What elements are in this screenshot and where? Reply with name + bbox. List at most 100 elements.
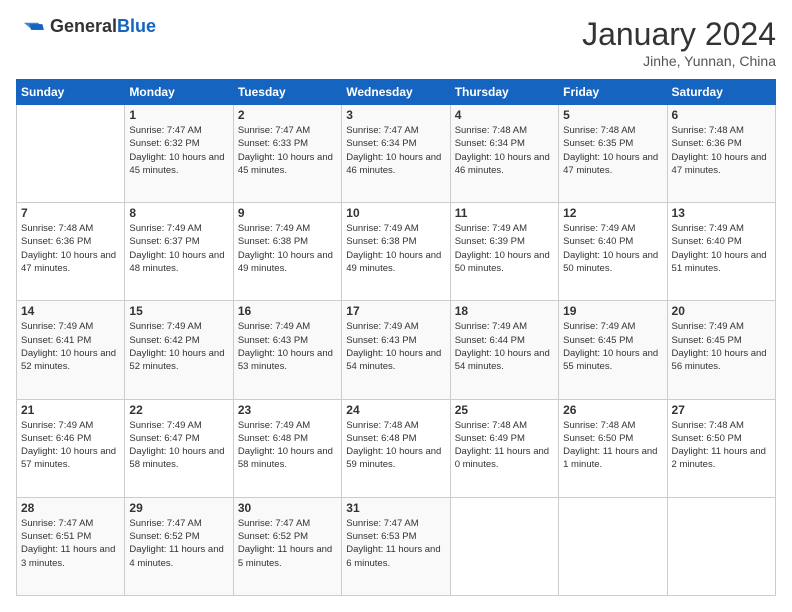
day-number: 6 [672, 108, 771, 122]
day-info: Sunrise: 7:48 AMSunset: 6:48 PMDaylight:… [346, 419, 445, 472]
day-number: 5 [563, 108, 662, 122]
day-info: Sunrise: 7:49 AMSunset: 6:44 PMDaylight:… [455, 320, 554, 373]
day-number: 10 [346, 206, 445, 220]
day-info: Sunrise: 7:47 AMSunset: 6:51 PMDaylight:… [21, 517, 120, 570]
day-number: 13 [672, 206, 771, 220]
day-header-wednesday: Wednesday [342, 80, 450, 105]
calendar-cell: 10 Sunrise: 7:49 AMSunset: 6:38 PMDayligh… [342, 203, 450, 301]
day-info: Sunrise: 7:48 AMSunset: 6:50 PMDaylight:… [563, 419, 662, 472]
calendar-header-row: SundayMondayTuesdayWednesdayThursdayFrid… [17, 80, 776, 105]
day-number: 8 [129, 206, 228, 220]
day-info: Sunrise: 7:48 AMSunset: 6:36 PMDaylight:… [672, 124, 771, 177]
calendar-cell: 31Sunrise: 7:47 AMSunset: 6:53 PMDayligh… [342, 497, 450, 595]
day-number: 26 [563, 403, 662, 417]
header: GeneralBlue January 2024 Jinhe, Yunnan, … [16, 16, 776, 69]
day-number: 12 [563, 206, 662, 220]
calendar-cell: 5 Sunrise: 7:48 AMSunset: 6:35 PMDaylight… [559, 105, 667, 203]
day-number: 20 [672, 304, 771, 318]
day-info: Sunrise: 7:49 AMSunset: 6:48 PMDaylight:… [238, 419, 337, 472]
calendar-cell: 9 Sunrise: 7:49 AMSunset: 6:38 PMDaylight… [233, 203, 341, 301]
calendar-week-4: 21 Sunrise: 7:49 AMSunset: 6:46 PMDayligh… [17, 399, 776, 497]
calendar-week-1: 1 Sunrise: 7:47 AMSunset: 6:32 PMDaylight… [17, 105, 776, 203]
location: Jinhe, Yunnan, China [582, 53, 776, 69]
day-info: Sunrise: 7:47 AMSunset: 6:52 PMDaylight:… [238, 517, 337, 570]
generalblue-logo-icon [16, 17, 46, 37]
day-info: Sunrise: 7:48 AMSunset: 6:34 PMDaylight:… [455, 124, 554, 177]
calendar-cell: 26 Sunrise: 7:48 AMSunset: 6:50 PMDayligh… [559, 399, 667, 497]
calendar-week-3: 14Sunrise: 7:49 AMSunset: 6:41 PMDayligh… [17, 301, 776, 399]
calendar-cell: 12 Sunrise: 7:49 AMSunset: 6:40 PMDayligh… [559, 203, 667, 301]
day-info: Sunrise: 7:47 AMSunset: 6:52 PMDaylight:… [129, 517, 228, 570]
day-number: 1 [129, 108, 228, 122]
day-info: Sunrise: 7:49 AMSunset: 6:42 PMDaylight:… [129, 320, 228, 373]
day-info: Sunrise: 7:47 AMSunset: 6:33 PMDaylight:… [238, 124, 337, 177]
calendar-cell: 30 Sunrise: 7:47 AMSunset: 6:52 PMDayligh… [233, 497, 341, 595]
day-number: 25 [455, 403, 554, 417]
day-header-saturday: Saturday [667, 80, 775, 105]
calendar-cell: 7Sunrise: 7:48 AMSunset: 6:36 PMDaylight… [17, 203, 125, 301]
calendar-cell [450, 497, 558, 595]
day-info: Sunrise: 7:49 AMSunset: 6:45 PMDaylight:… [563, 320, 662, 373]
logo-blue: Blue [117, 16, 156, 36]
calendar-cell: 13Sunrise: 7:49 AMSunset: 6:40 PMDayligh… [667, 203, 775, 301]
calendar-cell: 11Sunrise: 7:49 AMSunset: 6:39 PMDayligh… [450, 203, 558, 301]
day-info: Sunrise: 7:48 AMSunset: 6:35 PMDaylight:… [563, 124, 662, 177]
day-info: Sunrise: 7:49 AMSunset: 6:40 PMDaylight:… [563, 222, 662, 275]
calendar-table: SundayMondayTuesdayWednesdayThursdayFrid… [16, 79, 776, 596]
calendar-cell: 23 Sunrise: 7:49 AMSunset: 6:48 PMDayligh… [233, 399, 341, 497]
day-number: 22 [129, 403, 228, 417]
calendar-cell: 28Sunrise: 7:47 AMSunset: 6:51 PMDayligh… [17, 497, 125, 595]
day-info: Sunrise: 7:49 AMSunset: 6:38 PMDaylight:… [346, 222, 445, 275]
day-number: 2 [238, 108, 337, 122]
day-number: 3 [346, 108, 445, 122]
day-header-sunday: Sunday [17, 80, 125, 105]
day-info: Sunrise: 7:47 AMSunset: 6:34 PMDaylight:… [346, 124, 445, 177]
day-number: 11 [455, 206, 554, 220]
day-info: Sunrise: 7:49 AMSunset: 6:38 PMDaylight:… [238, 222, 337, 275]
calendar-cell: 2 Sunrise: 7:47 AMSunset: 6:33 PMDaylight… [233, 105, 341, 203]
day-number: 29 [129, 501, 228, 515]
calendar-cell: 17Sunrise: 7:49 AMSunset: 6:43 PMDayligh… [342, 301, 450, 399]
day-number: 16 [238, 304, 337, 318]
calendar-cell: 18 Sunrise: 7:49 AMSunset: 6:44 PMDayligh… [450, 301, 558, 399]
calendar-cell: 3 Sunrise: 7:47 AMSunset: 6:34 PMDaylight… [342, 105, 450, 203]
calendar-week-5: 28Sunrise: 7:47 AMSunset: 6:51 PMDayligh… [17, 497, 776, 595]
calendar-cell: 27 Sunrise: 7:48 AMSunset: 6:50 PMDayligh… [667, 399, 775, 497]
calendar-cell: 24Sunrise: 7:48 AMSunset: 6:48 PMDayligh… [342, 399, 450, 497]
calendar-cell: 29 Sunrise: 7:47 AMSunset: 6:52 PMDayligh… [125, 497, 233, 595]
logo: GeneralBlue [16, 16, 156, 37]
calendar-cell: 15 Sunrise: 7:49 AMSunset: 6:42 PMDayligh… [125, 301, 233, 399]
calendar-cell [559, 497, 667, 595]
day-number: 30 [238, 501, 337, 515]
day-number: 21 [21, 403, 120, 417]
day-info: Sunrise: 7:48 AMSunset: 6:50 PMDaylight:… [672, 419, 771, 472]
calendar-cell [667, 497, 775, 595]
day-info: Sunrise: 7:48 AMSunset: 6:49 PMDaylight:… [455, 419, 554, 472]
day-number: 9 [238, 206, 337, 220]
day-number: 18 [455, 304, 554, 318]
day-number: 7 [21, 206, 120, 220]
day-number: 27 [672, 403, 771, 417]
calendar-cell: 4 Sunrise: 7:48 AMSunset: 6:34 PMDaylight… [450, 105, 558, 203]
logo-general: General [50, 16, 117, 36]
day-info: Sunrise: 7:49 AMSunset: 6:37 PMDaylight:… [129, 222, 228, 275]
calendar-cell: 1 Sunrise: 7:47 AMSunset: 6:32 PMDaylight… [125, 105, 233, 203]
page: GeneralBlue January 2024 Jinhe, Yunnan, … [0, 0, 792, 612]
calendar-cell: 22Sunrise: 7:49 AMSunset: 6:47 PMDayligh… [125, 399, 233, 497]
calendar-cell: 14Sunrise: 7:49 AMSunset: 6:41 PMDayligh… [17, 301, 125, 399]
day-info: Sunrise: 7:49 AMSunset: 6:46 PMDaylight:… [21, 419, 120, 472]
calendar-cell: 20 Sunrise: 7:49 AMSunset: 6:45 PMDayligh… [667, 301, 775, 399]
day-info: Sunrise: 7:47 AMSunset: 6:32 PMDaylight:… [129, 124, 228, 177]
calendar-week-2: 7Sunrise: 7:48 AMSunset: 6:36 PMDaylight… [17, 203, 776, 301]
day-number: 23 [238, 403, 337, 417]
day-header-monday: Monday [125, 80, 233, 105]
logo-text: GeneralBlue [50, 16, 156, 37]
day-number: 15 [129, 304, 228, 318]
month-title: January 2024 [582, 16, 776, 53]
day-info: Sunrise: 7:49 AMSunset: 6:41 PMDaylight:… [21, 320, 120, 373]
day-header-thursday: Thursday [450, 80, 558, 105]
day-info: Sunrise: 7:49 AMSunset: 6:43 PMDaylight:… [346, 320, 445, 373]
day-info: Sunrise: 7:49 AMSunset: 6:45 PMDaylight:… [672, 320, 771, 373]
calendar-cell: 19Sunrise: 7:49 AMSunset: 6:45 PMDayligh… [559, 301, 667, 399]
day-number: 4 [455, 108, 554, 122]
